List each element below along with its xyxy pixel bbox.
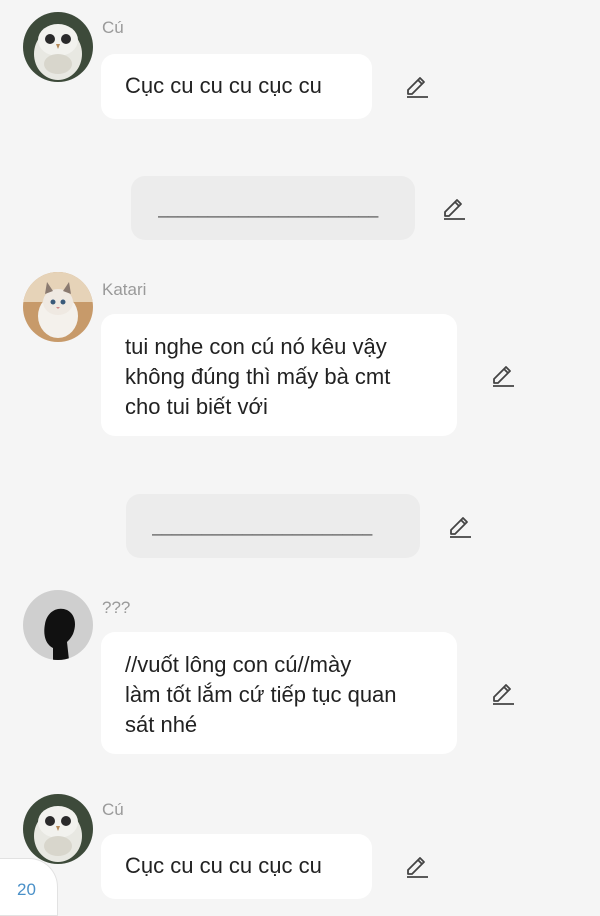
pencil-edit-icon[interactable] — [447, 514, 473, 540]
sender-name: Cú — [102, 800, 124, 819]
sender-name: ??? — [102, 598, 131, 617]
pencil-edit-icon[interactable] — [490, 681, 516, 707]
message-text: Cục cu cu cu cục cu — [125, 853, 322, 878]
message-line: tui nghe con cú nó kêu vậy — [125, 334, 387, 359]
sender-name: Cú — [102, 18, 124, 37]
message-bubble: //vuốt lông con cú//mày làm tốt lắm cứ t… — [101, 632, 457, 754]
silhouette-avatar[interactable] — [23, 590, 93, 660]
message-bubble: tui nghe con cú nó kêu vậy không đúng th… — [101, 314, 457, 436]
message-line: sát nhé — [125, 712, 198, 737]
message-text: Cục cu cu cu cục cu — [125, 73, 322, 98]
owl-avatar[interactable] — [23, 12, 93, 82]
separator-line: ______________________ — [152, 516, 373, 536]
message-line: làm tốt lắm cứ tiếp tục quan — [125, 682, 397, 707]
message-bubble: Cục cu cu cu cục cu — [101, 54, 372, 119]
message-line: //vuốt lông con cú//mày — [125, 652, 352, 677]
page-counter: 20 — [17, 880, 36, 899]
page-counter-badge[interactable]: 20 — [0, 858, 58, 916]
sender-name: Katari — [102, 280, 147, 299]
pencil-edit-icon[interactable] — [490, 363, 516, 389]
pencil-edit-icon[interactable] — [404, 74, 430, 100]
message-bubble: Cục cu cu cu cục cu — [101, 834, 372, 899]
message-line: cho tui biết với — [125, 394, 268, 419]
pencil-edit-icon[interactable] — [441, 196, 467, 222]
owl-avatar[interactable] — [23, 794, 93, 864]
message-line: không đúng thì mấy bà cmt — [125, 364, 391, 389]
pencil-edit-icon[interactable] — [404, 854, 430, 880]
cat-avatar[interactable] — [23, 272, 93, 342]
separator-line: ______________________ — [158, 198, 379, 218]
